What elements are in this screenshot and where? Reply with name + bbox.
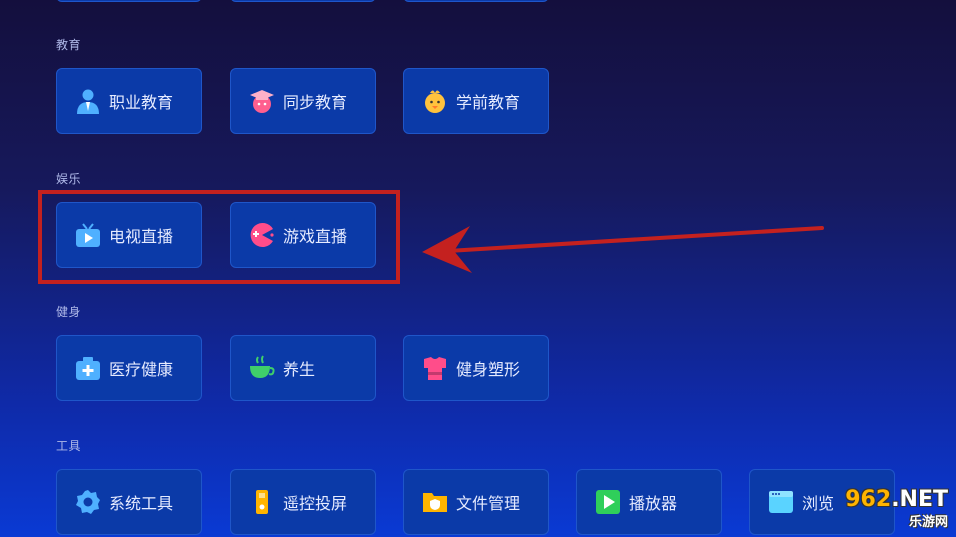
folder-icon (420, 487, 450, 517)
card-label: 文件管理 (456, 494, 521, 513)
card-medical-health[interactable]: 医疗健康 (56, 335, 202, 401)
card-vocational-education[interactable]: 职业教育 (56, 68, 202, 134)
fitness-shirt-icon (420, 353, 450, 383)
card-label: 遥控投屏 (283, 494, 348, 513)
card-remote-cast[interactable]: 遥控投屏 (230, 469, 376, 535)
section-label-education: 教育 (56, 38, 82, 52)
red-arrow-icon (422, 226, 824, 273)
top-card-2[interactable] (230, 0, 376, 2)
top-card-1[interactable] (56, 0, 202, 2)
gear-icon (73, 487, 103, 517)
section-label-entertainment: 娱乐 (56, 172, 82, 186)
highlight-box (38, 190, 400, 284)
browser-icon (766, 487, 796, 517)
play-icon (593, 487, 623, 517)
watermark-logo: 962.NET 乐游网 (816, 487, 948, 531)
card-system-tools[interactable]: 系统工具 (56, 469, 202, 535)
card-label: 播放器 (629, 494, 678, 513)
card-preschool-education[interactable]: 学前教育 (403, 68, 549, 134)
remote-icon (247, 487, 277, 517)
card-label: 养生 (283, 360, 316, 379)
chick-icon (420, 86, 450, 116)
card-health-preservation[interactable]: 养生 (230, 335, 376, 401)
card-label: 职业教育 (109, 93, 174, 112)
tea-cup-icon (247, 353, 277, 383)
watermark-suffix: .NET (891, 487, 948, 512)
card-label: 系统工具 (109, 494, 174, 513)
card-sync-education[interactable]: 同步教育 (230, 68, 376, 134)
medical-kit-icon (73, 353, 103, 383)
card-player[interactable]: 播放器 (576, 469, 722, 535)
card-fitness-shaping[interactable]: 健身塑形 (403, 335, 549, 401)
student-icon (247, 86, 277, 116)
card-file-manager[interactable]: 文件管理 (403, 469, 549, 535)
person-icon (73, 86, 103, 116)
card-label: 同步教育 (283, 93, 348, 112)
card-label: 医疗健康 (109, 360, 174, 379)
card-label: 学前教育 (456, 93, 521, 112)
section-label-fitness: 健身 (56, 305, 82, 319)
card-label: 健身塑形 (456, 360, 521, 379)
section-label-tools: 工具 (56, 439, 82, 453)
watermark-sub: 乐游网 (908, 515, 948, 530)
top-card-3[interactable] (403, 0, 549, 2)
watermark-number: 962 (845, 487, 892, 512)
